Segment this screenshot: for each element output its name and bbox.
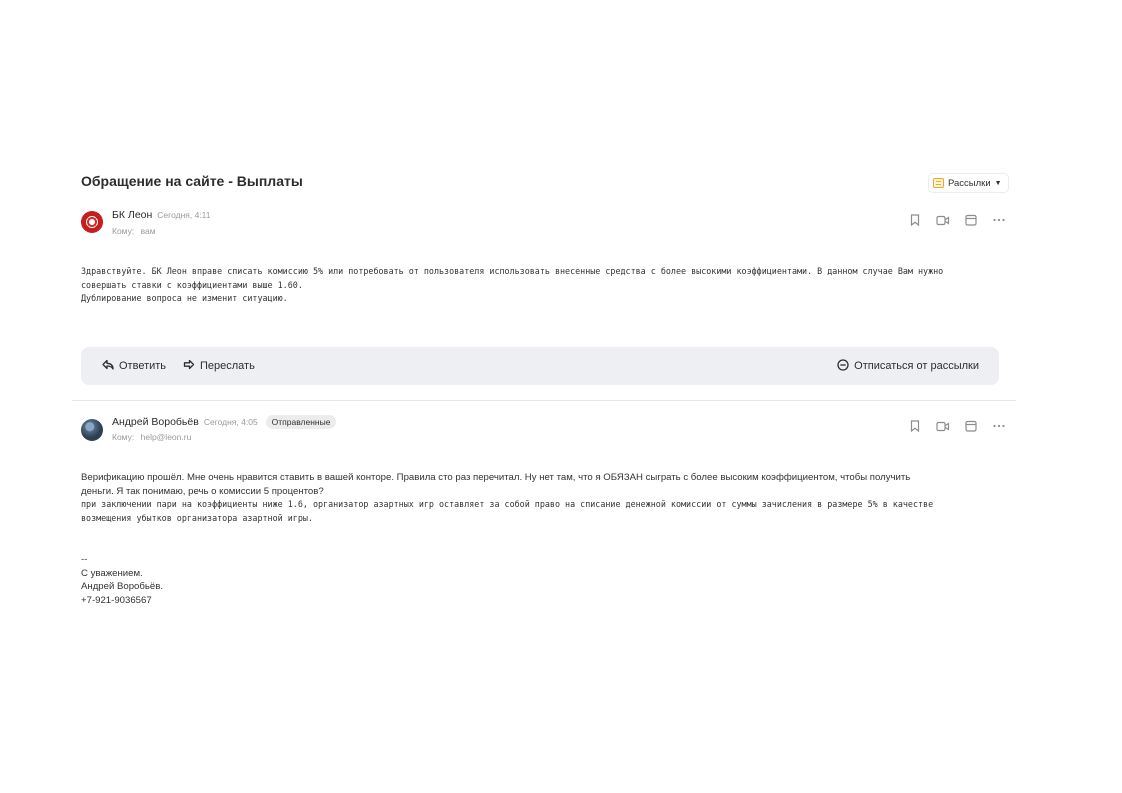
- more-icon[interactable]: [992, 213, 1006, 227]
- unsubscribe-label: Отписаться от рассылки: [854, 360, 979, 372]
- body-line: Здравствуйте. БК Леон вправе списать ком…: [81, 266, 944, 276]
- message-body: Верификацию прошёл. Мне очень нравится с…: [81, 471, 910, 498]
- email-subject: Обращение на сайте - Выплаты: [81, 173, 303, 189]
- bookmark-icon[interactable]: [908, 213, 922, 227]
- reply-icon: [102, 359, 114, 373]
- forward-button[interactable]: Переслать: [183, 347, 255, 385]
- unsubscribe-icon: [837, 358, 849, 374]
- body-line: совершать ставки с коэффициентами выше 1…: [81, 279, 303, 290]
- signature-line: Андрей Воробьёв.: [81, 581, 163, 592]
- to-label: Кому:: [112, 226, 135, 236]
- bookmark-icon[interactable]: [908, 419, 922, 433]
- mailing-filter-button[interactable]: Рассылки ▼: [929, 174, 1008, 192]
- to-value[interactable]: вам: [141, 226, 156, 236]
- reply-label: Ответить: [119, 360, 167, 372]
- chevron-down-icon: ▼: [994, 179, 1002, 187]
- video-call-icon[interactable]: [936, 419, 950, 433]
- message-header: БК Леон Сегодня, 4:11 Кому: вам: [81, 209, 1011, 243]
- body-line: возмещения убытков организатора азартной…: [81, 512, 313, 523]
- calendar-icon[interactable]: [964, 419, 978, 433]
- video-call-icon[interactable]: [936, 213, 950, 227]
- reply-button[interactable]: Ответить: [102, 347, 166, 385]
- reply-bar: Ответить Переслать Отписаться от рассылк…: [81, 347, 999, 385]
- folder-tag[interactable]: Отправленные: [265, 415, 337, 429]
- body-line: Дублирование вопроса не изменит ситуацию…: [81, 293, 288, 303]
- body-line: деньги. Я так понимаю, речь о комиссии 5…: [81, 485, 324, 497]
- message-body: Здравствуйте. БК Леон вправе списать ком…: [81, 265, 943, 306]
- forward-label: Переслать: [200, 360, 255, 372]
- forward-icon: [183, 359, 195, 373]
- to-label: Кому:: [112, 432, 135, 442]
- mailing-icon: [933, 178, 944, 188]
- body-line: Верификацию прошёл. Мне очень нравится с…: [81, 472, 911, 483]
- sender-name[interactable]: БК Леон: [112, 209, 152, 221]
- signature: -- С уважением. Андрей Воробьёв. +7-921-…: [81, 553, 163, 607]
- mailing-label: Рассылки: [948, 177, 991, 189]
- more-icon[interactable]: [992, 419, 1006, 433]
- sender-name[interactable]: Андрей Воробьёв: [112, 416, 199, 428]
- signature-line[interactable]: +7-921-9036567: [81, 594, 163, 608]
- unsubscribe-button[interactable]: Отписаться от рассылки: [837, 347, 979, 385]
- quoted-rule: при заключении пари на коэффициенты ниже…: [81, 498, 933, 525]
- signature-line: --: [81, 554, 88, 565]
- calendar-icon[interactable]: [964, 213, 978, 227]
- to-value[interactable]: help@leon.ru: [141, 432, 192, 442]
- message-header: Андрей Воробьёв Сегодня, 4:05 Отправленн…: [81, 415, 1011, 449]
- message-actions: [908, 213, 1006, 227]
- message-actions: [908, 419, 1006, 433]
- avatar[interactable]: [81, 419, 103, 441]
- message-time: Сегодня, 4:05: [203, 417, 258, 427]
- message-time: Сегодня, 4:11: [157, 210, 211, 220]
- avatar[interactable]: [81, 211, 103, 233]
- body-line: при заключении пари на коэффициенты ниже…: [81, 499, 934, 509]
- signature-line: С уважением.: [81, 567, 143, 579]
- message-divider: [72, 400, 1016, 401]
